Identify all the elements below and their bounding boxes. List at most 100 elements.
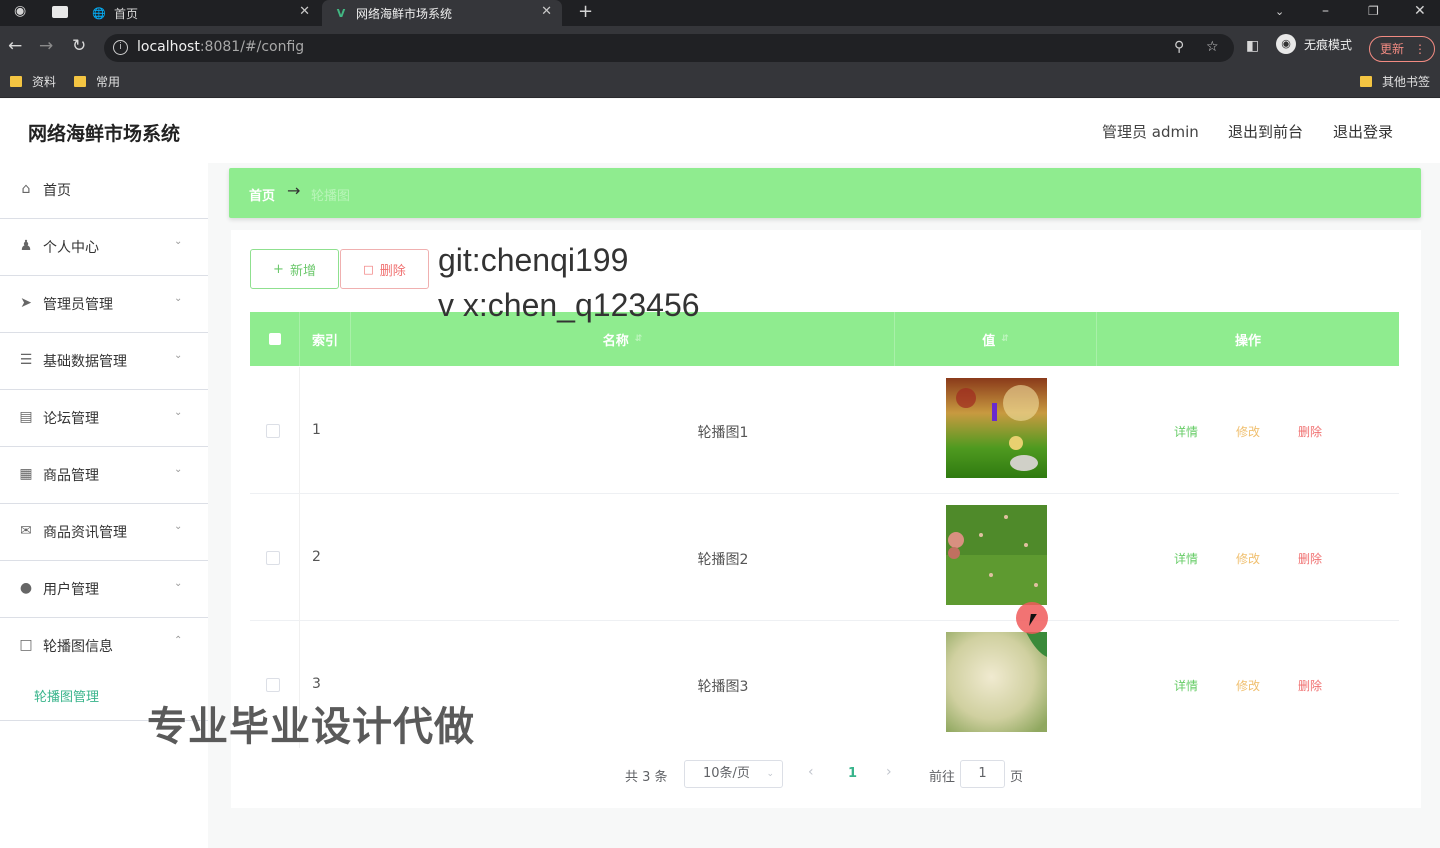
trash-icon: □ (363, 262, 374, 276)
pagination: 共 3 条 10条/页 ⌄ ‹ 1 › 前往 1 页 (0, 760, 1440, 790)
bookmark-star-icon[interactable]: ☆ (1206, 39, 1219, 55)
incognito-indicator[interactable]: ◉ 无痕模式 (1276, 34, 1352, 54)
url-field[interactable]: i localhost:8081/#/config ⚲ ☆ (104, 34, 1234, 62)
user-icon: ♟ (19, 238, 33, 254)
delete-button[interactable]: □ 删除 (340, 249, 429, 289)
sidebar-item-label: 用户管理 (43, 582, 99, 598)
breadcrumb-home[interactable]: 首页 (249, 185, 275, 204)
table-header: 索引 名称 ⇵ 值 ⇵ 操作 (250, 312, 1399, 366)
chevron-down-icon: ⌄ (174, 236, 183, 247)
key-icon[interactable]: ⚲ (1174, 39, 1184, 55)
sidebar-item-news[interactable]: ✉ 商品资讯管理 ⌄ (0, 505, 208, 561)
chevron-down-icon: ⌄ (174, 407, 183, 418)
table-row: 2 轮播图2 详情 修改 删除 (250, 494, 1399, 621)
sidebar-item-label: 管理员管理 (43, 297, 113, 313)
sidebar-item-forum[interactable]: ▤ 论坛管理 ⌄ (0, 391, 208, 447)
sort-icon[interactable]: ⇵ (1001, 334, 1009, 344)
tab-groups-icon[interactable] (52, 6, 68, 18)
breadcrumb: 首页 → 轮播图 (229, 168, 1421, 218)
column-header-index[interactable]: 索引 (300, 312, 351, 366)
edit-button[interactable]: 修改 (1236, 423, 1260, 440)
select-all-checkbox[interactable] (268, 333, 281, 345)
add-button[interactable]: + 新增 (250, 249, 339, 289)
back-icon[interactable]: ← (8, 36, 22, 56)
side-panel-icon[interactable]: ◧ (1246, 38, 1259, 54)
restore-icon[interactable]: ❐ (1368, 4, 1379, 18)
column-header-label: 值 (982, 333, 996, 349)
sidebar-item-home[interactable]: ⌂ 首页 (0, 163, 208, 219)
sidebar-item-admins[interactable]: ➤ 管理员管理 ⌄ (0, 277, 208, 333)
sidebar-item-label: 首页 (43, 183, 71, 199)
folder-icon (74, 76, 86, 87)
sidebar-item-profile[interactable]: ♟ 个人中心 ⌄ (0, 220, 208, 276)
row-checkbox[interactable] (266, 551, 280, 565)
row-delete-button[interactable]: 删除 (1298, 677, 1322, 694)
column-header-label: 索引 (312, 333, 339, 349)
browser-profile-icon[interactable]: ◉ (14, 3, 26, 19)
edit-button[interactable]: 修改 (1236, 550, 1260, 567)
row-index: 2 (312, 549, 321, 565)
chevron-down-icon: ⌄ (174, 293, 183, 304)
page-number-current[interactable]: 1 (848, 766, 857, 781)
back-to-front-link[interactable]: 退出到前台 (1228, 121, 1303, 142)
row-checkbox[interactable] (266, 678, 280, 692)
carousel-image-thumbnail (946, 378, 1047, 478)
bookmark-folder[interactable]: 常用 (74, 73, 120, 90)
window-close-icon[interactable]: ✕ (1414, 3, 1426, 19)
bookmark-folder[interactable]: 资料 (10, 73, 56, 90)
carousel-image-thumbnail (946, 632, 1047, 732)
current-user: 管理员 admin (1102, 123, 1199, 141)
carousel-image-thumbnail (946, 505, 1047, 605)
prev-page-icon[interactable]: ‹ (808, 764, 814, 780)
chevron-up-icon: ⌃ (174, 635, 183, 646)
goto-page-input[interactable]: 1 (960, 760, 1005, 788)
globe-icon: 🌐 (92, 6, 106, 20)
update-button[interactable]: 更新 ⋮ (1369, 36, 1435, 62)
overlay-git-text: git:chenqi199 (438, 242, 629, 278)
column-header-value[interactable]: 值 ⇵ (895, 312, 1097, 366)
more-menu-icon[interactable]: ⋮ (1414, 37, 1426, 61)
incognito-label: 无痕模式 (1304, 37, 1353, 52)
sort-icon[interactable]: ⇵ (635, 334, 643, 344)
delete-button-label: 删除 (379, 263, 406, 279)
row-delete-button[interactable]: 删除 (1298, 423, 1322, 440)
row-name: 轮播图1 (697, 425, 749, 441)
close-tab-icon[interactable]: ✕ (299, 4, 310, 19)
overlay-contact-text: v x:chen_q123456 (438, 287, 700, 323)
detail-button[interactable]: 详情 (1174, 677, 1198, 694)
update-label: 更新 (1380, 42, 1405, 56)
sidebar-item-products[interactable]: ▦ 商品管理 ⌄ (0, 448, 208, 504)
page-size-select[interactable]: 10条/页 ⌄ (684, 760, 783, 788)
add-button-label: 新增 (289, 263, 316, 279)
detail-button[interactable]: 详情 (1174, 550, 1198, 567)
sidebar-item-label: 论坛管理 (43, 411, 99, 427)
breadcrumb-current: 轮播图 (311, 189, 351, 204)
sidebar-item-users[interactable]: ● 用户管理 ⌄ (0, 562, 208, 618)
new-tab-icon[interactable]: + (578, 1, 593, 22)
sidebar-item-basic-data[interactable]: ☰ 基础数据管理 ⌄ (0, 334, 208, 390)
forward-icon[interactable]: → (39, 36, 53, 56)
plus-icon: + (273, 261, 284, 277)
other-bookmarks[interactable]: 其他书签 (1360, 73, 1430, 90)
row-checkbox[interactable] (266, 424, 280, 438)
row-delete-button[interactable]: 删除 (1298, 550, 1322, 567)
tab-home[interactable]: 🌐 首页 ✕ (84, 0, 320, 26)
site-info-icon[interactable]: i (113, 40, 128, 55)
tab-label: 首页 (114, 6, 139, 21)
tab-search-chevron-icon[interactable]: ⌄ (1275, 5, 1284, 18)
sidebar-item-label: 商品管理 (43, 468, 99, 484)
close-tab-icon[interactable]: ✕ (541, 4, 552, 19)
reload-icon[interactable]: ↻ (72, 36, 86, 56)
edit-button[interactable]: 修改 (1236, 677, 1260, 694)
select-all-checkbox-cell (250, 312, 300, 366)
detail-button[interactable]: 详情 (1174, 423, 1198, 440)
browser-tab-strip: ◉ 🌐 首页 ✕ V 网络海鲜市场系统 ✕ + ⌄ – ❐ ✕ (0, 0, 1440, 26)
tab-active-app[interactable]: V 网络海鲜市场系统 ✕ (322, 0, 562, 26)
logout-link[interactable]: 退出登录 (1333, 121, 1393, 142)
next-page-icon[interactable]: › (886, 764, 892, 780)
row-name: 轮播图2 (697, 552, 749, 568)
minimize-icon[interactable]: – (1322, 3, 1329, 19)
sliders-icon: ☰ (19, 352, 33, 368)
home-icon: ⌂ (21, 181, 31, 197)
row-index: 3 (312, 676, 321, 692)
